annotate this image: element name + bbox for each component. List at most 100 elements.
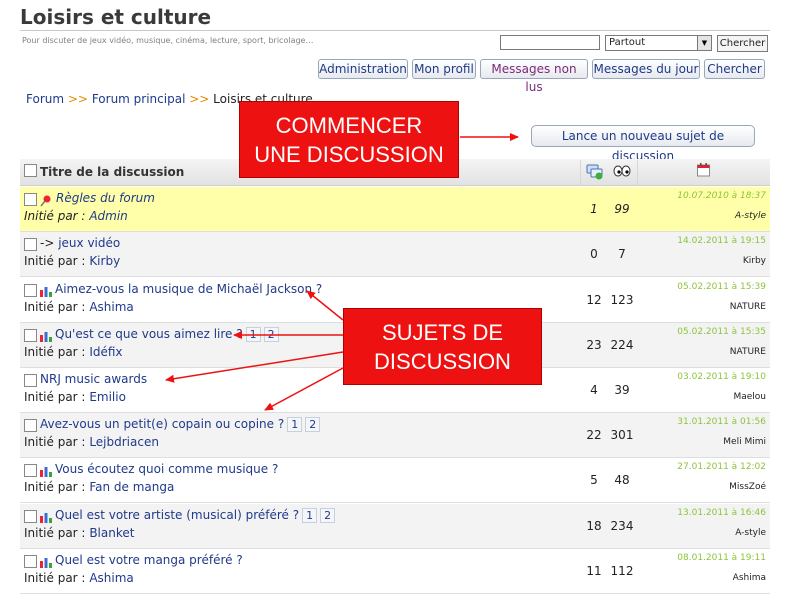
chevron-down-icon[interactable]: ▼ xyxy=(697,36,711,50)
profile-button[interactable]: Mon profil xyxy=(412,59,476,79)
select-all-checkbox[interactable] xyxy=(24,164,37,177)
topic-byline: Initié par : Ashima xyxy=(24,300,134,314)
search-scope-select[interactable]: Partout ▼ xyxy=(605,35,712,51)
last-post-date[interactable]: 05.02.2011 à 15:39 xyxy=(677,282,766,292)
topic-subject: Règles du forum xyxy=(56,191,155,205)
topic-link[interactable]: NRJ music awards xyxy=(40,372,147,386)
topic-author-link[interactable]: Emilio xyxy=(89,390,126,404)
administration-button[interactable]: Administration xyxy=(318,59,408,79)
breadcrumb-forum-link[interactable]: Forum xyxy=(26,92,64,106)
topic-subject: Qu'est ce que vous aimez lire ? 1 2 xyxy=(55,327,279,342)
topic-author-link[interactable]: Blanket xyxy=(89,526,134,540)
last-post-date[interactable]: 10.07.2010 à 18:37 xyxy=(677,191,766,201)
topic-author-link[interactable]: Ashima xyxy=(89,300,133,314)
poll-icon xyxy=(40,558,52,568)
topic-checkbox[interactable] xyxy=(24,193,37,206)
topic-byline: Initié par : Admin xyxy=(24,209,128,223)
search-button[interactable]: Chercher xyxy=(717,35,768,52)
pin-icon xyxy=(40,195,51,207)
topic-checkbox[interactable] xyxy=(24,419,37,432)
search-scope-value: Partout xyxy=(609,37,646,48)
nav-search-button[interactable]: Chercher xyxy=(704,59,765,79)
topic-link[interactable]: Quel est votre artiste (musical) préféré… xyxy=(55,508,299,522)
topic-checkbox[interactable] xyxy=(24,374,37,387)
topic-byline: Initié par : Emilio xyxy=(24,390,126,404)
page-link[interactable]: 1 xyxy=(302,508,318,523)
started-by-label: Initié par : xyxy=(24,435,86,449)
last-post-user: Maelou xyxy=(733,392,766,402)
topic-subject: NRJ music awards xyxy=(40,372,147,386)
view-count: 301 xyxy=(610,428,634,442)
last-post-date[interactable]: 27.01.2011 à 12:02 xyxy=(677,462,766,472)
topic-author-link[interactable]: Fan de manga xyxy=(89,480,174,494)
topic-author-link[interactable]: Kirby xyxy=(89,254,120,268)
views-icon[interactable] xyxy=(613,165,631,177)
last-post-user: MissZoé xyxy=(729,482,766,492)
topic-link[interactable]: Quel est votre manga préféré ? xyxy=(55,553,243,567)
last-post-date[interactable]: 03.02.2011 à 19:10 xyxy=(677,372,766,382)
topic-author-link[interactable]: Admin xyxy=(89,209,127,223)
calendar-icon[interactable] xyxy=(697,163,710,177)
view-count: 39 xyxy=(614,383,630,397)
last-post-date[interactable]: 08.01.2011 à 19:11 xyxy=(677,553,766,563)
topic-row: Règles du forum Initié par : Admin 1 99 10.0… xyxy=(20,187,770,232)
topic-author-link[interactable]: Idéfix xyxy=(89,345,122,359)
poll-icon xyxy=(40,513,52,523)
topic-author-link[interactable]: Lejbdriacen xyxy=(89,435,159,449)
poll-icon xyxy=(40,467,52,477)
view-count: 7 xyxy=(618,247,626,261)
topic-link[interactable]: Qu'est ce que vous aimez lire ? xyxy=(55,327,243,341)
topic-link[interactable]: Aimez-vous la musique de Michaël Jackson… xyxy=(55,282,322,296)
view-count: 112 xyxy=(610,564,634,578)
unread-messages-button[interactable]: Messages non lus xyxy=(480,59,588,94)
replies-icon[interactable] xyxy=(586,163,603,180)
view-count: 99 xyxy=(614,202,630,216)
poll-icon xyxy=(40,332,52,342)
topic-prefix: -> xyxy=(40,236,55,250)
topic-byline: Initié par : Blanket xyxy=(24,526,134,540)
topic-checkbox[interactable] xyxy=(24,284,37,297)
search-input[interactable] xyxy=(500,35,600,50)
column-title-header[interactable]: Titre de la discussion xyxy=(40,165,184,179)
topic-link[interactable]: Avez-vous un petit(e) copain ou copine ? xyxy=(40,417,284,431)
topic-link[interactable]: Vous écoutez quoi comme musique ? xyxy=(55,462,278,476)
topic-checkbox[interactable] xyxy=(24,238,37,251)
last-post-user: Meli Mimi xyxy=(723,437,766,447)
last-post-date[interactable]: 05.02.2011 à 15:35 xyxy=(677,327,766,337)
reply-count: 11 xyxy=(586,564,602,578)
poll-icon xyxy=(40,287,52,297)
reply-count: 23 xyxy=(586,338,602,352)
topic-byline: Initié par : Ashima xyxy=(24,571,134,585)
page-link[interactable]: 2 xyxy=(263,327,279,342)
title-divider xyxy=(20,30,770,31)
topic-link[interactable]: Règles du forum xyxy=(56,191,155,205)
page-link[interactable]: 2 xyxy=(320,508,336,523)
last-post-user: NATURE xyxy=(729,302,766,312)
today-messages-button[interactable]: Messages du jour xyxy=(592,59,700,79)
page-link[interactable]: 1 xyxy=(245,327,261,342)
topic-row: Avez-vous un petit(e) copain ou copine ?… xyxy=(20,413,770,458)
topic-checkbox[interactable] xyxy=(24,464,37,477)
started-by-label: Initié par : xyxy=(24,526,86,540)
start-discussion-callout: COMMENCER UNE DISCUSSION xyxy=(239,101,459,178)
topic-row: -> jeux vidéo Initié par : Kirby 0 7 14.02.2… xyxy=(20,232,770,277)
started-by-label: Initié par : xyxy=(24,390,86,404)
topic-author-link[interactable]: Ashima xyxy=(89,571,133,585)
topic-checkbox[interactable] xyxy=(24,329,37,342)
last-post-date[interactable]: 13.01.2011 à 16:46 xyxy=(677,508,766,518)
topic-checkbox[interactable] xyxy=(24,510,37,523)
topic-link[interactable]: jeux vidéo xyxy=(58,236,120,250)
reply-count: 4 xyxy=(590,383,598,397)
topic-checkbox[interactable] xyxy=(24,555,37,568)
new-topic-button[interactable]: Lance un nouveau sujet de discussion xyxy=(531,125,755,163)
topic-subject: Quel est votre manga préféré ? xyxy=(55,553,243,567)
view-count: 234 xyxy=(610,519,634,533)
reply-count: 22 xyxy=(586,428,602,442)
breadcrumb-main-forum-link[interactable]: Forum principal xyxy=(92,92,186,106)
last-post-date[interactable]: 14.02.2011 à 19:15 xyxy=(677,236,766,246)
topic-subject: Avez-vous un petit(e) copain ou copine ?… xyxy=(40,417,321,432)
reply-count: 18 xyxy=(586,519,602,533)
page-link[interactable]: 2 xyxy=(305,417,321,432)
last-post-date[interactable]: 31.01.2011 à 01:56 xyxy=(677,417,766,427)
page-link[interactable]: 1 xyxy=(287,417,303,432)
